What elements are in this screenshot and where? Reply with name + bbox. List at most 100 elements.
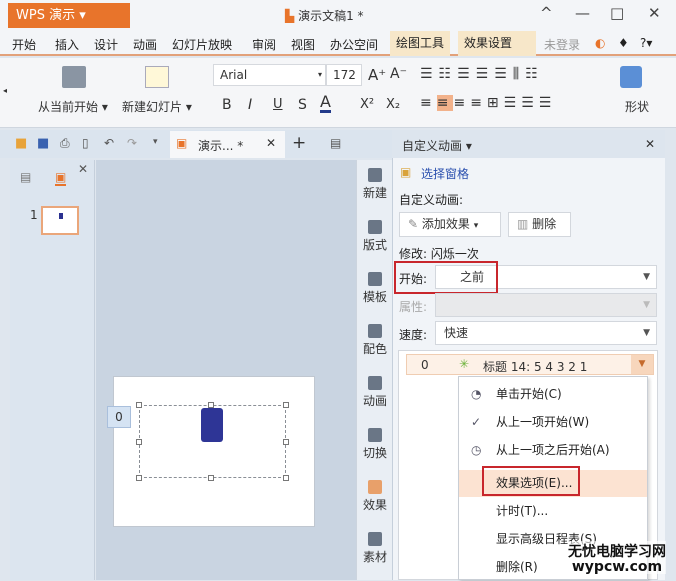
font-size-value: 172: [333, 68, 356, 82]
menu-item-on-click[interactable]: ◔ 单击开始(C): [459, 381, 647, 408]
vtool-color-scheme[interactable]: 配色: [357, 324, 393, 357]
vtool-label: 模板: [362, 290, 387, 304]
font-size-select[interactable]: 172: [326, 64, 362, 86]
pencil-icon: ✎: [408, 217, 419, 231]
subscript-button[interactable]: X₂: [386, 97, 400, 112]
menu-office-space[interactable]: 办公空间: [330, 36, 378, 53]
redo-icon[interactable]: ↷: [127, 136, 137, 150]
animation-list-item[interactable]: 0 ✳ 标题 14: 5 4 3 2 1 ▼: [406, 354, 654, 375]
collapse-ribbon-button[interactable]: ^: [540, 4, 553, 22]
outline-tab-icon[interactable]: ▤: [20, 170, 31, 184]
menu-item-after-previous[interactable]: ◷ 从上一项之后开始(A): [459, 437, 647, 464]
underline-button[interactable]: U: [273, 97, 283, 112]
print-icon[interactable]: ⎙: [60, 136, 70, 151]
menu-home[interactable]: 开始: [12, 36, 36, 53]
shirt-icon[interactable]: ♦: [618, 36, 629, 50]
strikethrough-button[interactable]: S: [298, 97, 307, 113]
menu-item-with-previous[interactable]: ✓ 从上一项开始(W): [459, 409, 647, 436]
wps-menu-button[interactable]: WPS 演示 ▾: [8, 3, 130, 28]
print-preview-icon[interactable]: ▯: [82, 136, 89, 150]
menu-item-timing[interactable]: 计时(T)...: [459, 498, 647, 525]
menu-review[interactable]: 审阅: [252, 36, 276, 53]
superscript-button[interactable]: X²: [360, 97, 374, 112]
new-slide-icon: [145, 66, 169, 88]
document-tab[interactable]: ▣ 演示... * ✕: [170, 131, 285, 158]
menu-design[interactable]: 设计: [94, 36, 118, 53]
add-effect-button[interactable]: ✎ 添加效果 ▾: [399, 212, 501, 237]
vtool-layout[interactable]: 版式: [357, 220, 393, 253]
menu-insert[interactable]: 插入: [55, 36, 79, 53]
title-placeholder[interactable]: [136, 402, 289, 481]
list-format-icons[interactable]: ☰☷☰☰☰⫼☷: [420, 66, 544, 82]
close-pane-button[interactable]: ✕: [645, 137, 655, 151]
bold-button[interactable]: B: [222, 97, 232, 113]
new-tab-button[interactable]: +: [292, 133, 306, 153]
resize-handle[interactable]: [208, 475, 214, 481]
new-slide-button[interactable]: 新建幻灯片 ▾: [122, 98, 192, 115]
property-select: ▼: [435, 293, 657, 317]
skin-icon[interactable]: ◐: [595, 36, 605, 50]
menu-view[interactable]: 视图: [291, 36, 315, 53]
help-button[interactable]: ?▾: [640, 36, 652, 50]
menu-item-label: 计时(T)...: [496, 504, 549, 518]
mouse-icon: ◔: [471, 387, 482, 401]
font-name-value: Arial: [220, 68, 248, 82]
grow-font-button[interactable]: A⁺: [368, 66, 386, 84]
shrink-font-button[interactable]: A⁻: [390, 66, 407, 82]
slides-tab-icon[interactable]: ▣: [55, 170, 67, 186]
maximize-button[interactable]: □: [610, 4, 624, 22]
font-color-button[interactable]: A: [320, 94, 331, 113]
pane-title-dropdown[interactable]: 自定义动画 ▾: [402, 139, 472, 153]
item-index: 0: [421, 358, 429, 372]
scroll-left-icon[interactable]: ◂: [3, 86, 7, 95]
menu-slideshow[interactable]: 幻灯片放映: [172, 36, 232, 53]
resize-handle[interactable]: [136, 439, 142, 445]
menu-bar: 开始 插入 设计 动画 幻灯片放映 审阅 视图 办公空间 绘图工具 效果设置 未…: [0, 31, 676, 56]
italic-button[interactable]: I: [248, 97, 252, 113]
menu-animation[interactable]: 动画: [133, 36, 157, 53]
vtool-effect[interactable]: 效果: [357, 480, 393, 513]
chevron-down-icon: ▼: [643, 300, 650, 310]
tab-list-icon[interactable]: ▤: [330, 136, 341, 150]
alignment-icons[interactable]: ≡≡≡≡⊞☰☰☰: [420, 95, 556, 111]
resize-handle[interactable]: [283, 475, 289, 481]
open-icon[interactable]: ■: [15, 136, 27, 151]
resize-handle[interactable]: [136, 475, 142, 481]
layout-icon: [368, 220, 382, 234]
close-button[interactable]: ✕: [648, 4, 661, 22]
vtool-new[interactable]: 新建: [357, 168, 393, 201]
effect-icon: [368, 480, 382, 494]
shape-button[interactable]: 形状: [625, 98, 649, 115]
vtool-animation[interactable]: 动画: [357, 376, 393, 409]
menu-drawing-tools[interactable]: 绘图工具: [390, 31, 451, 56]
play-from-current-button[interactable]: 从当前开始 ▾: [38, 98, 108, 115]
watermark-line1: 无忧电脑学习网: [568, 544, 666, 560]
close-tab-button[interactable]: ✕: [266, 136, 276, 150]
slide-thumbnail[interactable]: [41, 206, 79, 235]
vtool-template[interactable]: 模板: [357, 272, 393, 305]
vtool-material[interactable]: 素材: [357, 532, 393, 565]
save-icon[interactable]: ■: [37, 136, 49, 151]
selection-pane-link[interactable]: 选择窗格: [421, 165, 469, 182]
resize-handle[interactable]: [136, 402, 142, 408]
vtool-transition[interactable]: 切换: [357, 428, 393, 461]
customize-dropdown-icon[interactable]: ▾: [153, 137, 158, 147]
menu-item-label: 从上一项开始(W): [496, 415, 590, 429]
vtool-label: 切换: [362, 446, 387, 460]
delete-effect-button[interactable]: ▥ 删除: [508, 212, 571, 237]
menu-effect-settings[interactable]: 效果设置: [458, 31, 536, 56]
watermark: 无忧电脑学习网 wypcw.com: [568, 541, 666, 574]
align-center-icon[interactable]: ≡: [436, 95, 454, 111]
slide-thumbnail-pane: ▤ ▣ ✕ 1: [10, 160, 95, 580]
palette-icon: [368, 324, 382, 338]
login-link[interactable]: 未登录: [544, 36, 580, 53]
font-name-select[interactable]: Arial ▾: [213, 64, 326, 86]
close-pane-icon[interactable]: ✕: [78, 162, 88, 176]
vtool-label: 动画: [362, 394, 387, 408]
resize-handle[interactable]: [283, 439, 289, 445]
speed-select[interactable]: 快速 ▼: [435, 321, 657, 345]
resize-handle[interactable]: [283, 402, 289, 408]
undo-icon[interactable]: ↶: [104, 136, 114, 150]
item-dropdown-button[interactable]: ▼: [631, 355, 653, 374]
minimize-button[interactable]: —: [575, 4, 590, 22]
